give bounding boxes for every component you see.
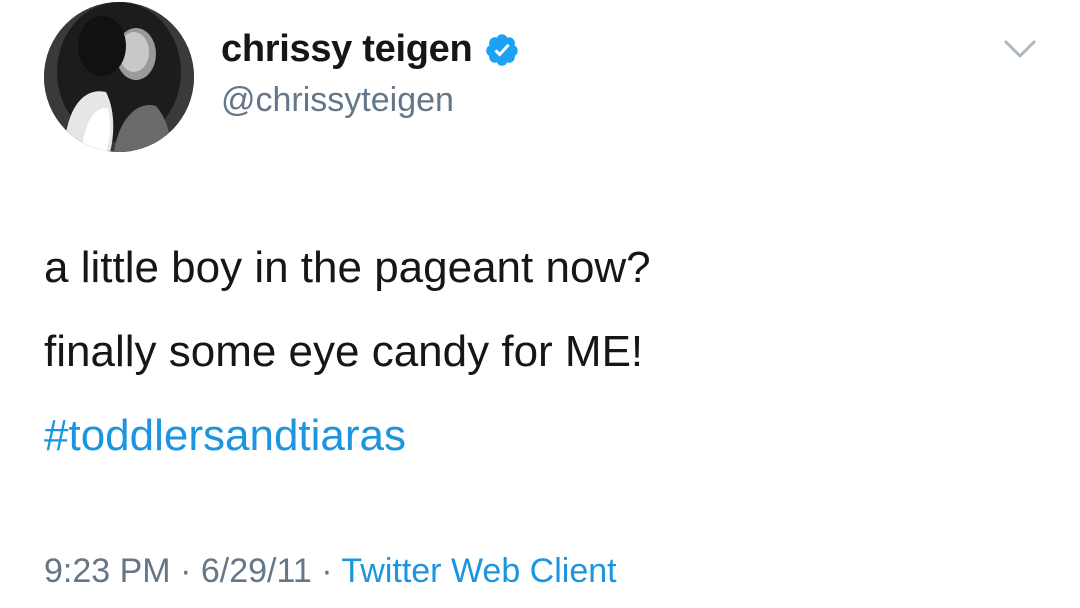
tweet-source-link[interactable]: Twitter Web Client <box>341 552 616 590</box>
tweet-metadata: 9:23 PM · 6/29/11 · Twitter Web Client <box>44 552 617 591</box>
tweet-date[interactable]: 6/29/11 <box>201 552 312 590</box>
meta-separator: · <box>311 552 342 590</box>
tweet-time[interactable]: 9:23 PM <box>44 552 171 590</box>
chevron-down-icon[interactable] <box>1000 34 1040 62</box>
author-handle[interactable]: @chrissyteigen <box>221 81 454 120</box>
verified-badge-icon <box>484 32 520 68</box>
tweet-text-line: a little boy in the pageant now? <box>44 243 651 292</box>
display-name[interactable]: chrissy teigen <box>221 28 473 71</box>
avatar[interactable] <box>44 2 194 152</box>
profile-photo-icon <box>44 2 194 152</box>
tweet-text-line: finally some eye candy for ME! <box>44 327 644 376</box>
tweet-card: chrissy teigen @chrissyteigen a little b… <box>0 0 1080 608</box>
tweet-text: a little boy in the pageant now? finally… <box>44 226 651 478</box>
meta-separator: · <box>170 552 201 590</box>
author-name-row: chrissy teigen <box>221 28 520 71</box>
hashtag-link[interactable]: #toddlersandtiaras <box>44 394 651 478</box>
